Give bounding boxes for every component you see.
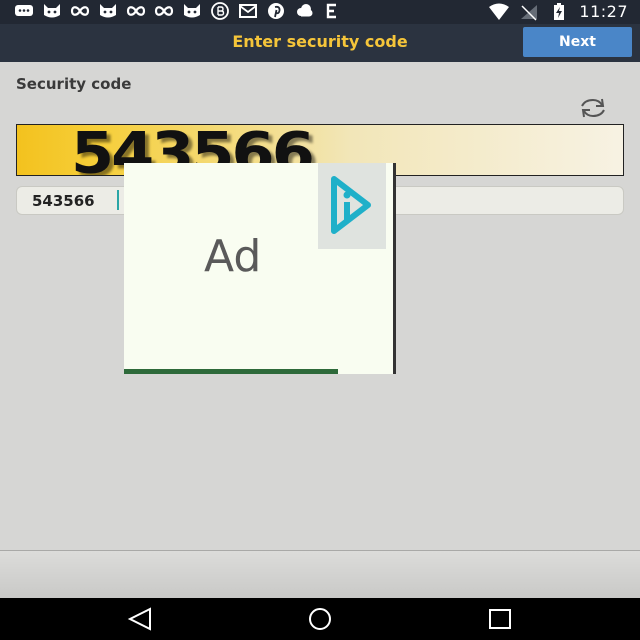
ad-choices-icon[interactable] [328,173,376,239]
no-signal-icon [521,4,538,21]
bottom-panel [0,550,640,598]
back-icon[interactable] [120,606,160,632]
next-button[interactable]: Next [523,27,632,57]
ad-label: Ad [204,231,262,282]
clock: 11:27 [579,2,628,21]
battery-charging-icon [554,2,565,20]
e-icon [326,3,336,19]
cat-icon [184,4,200,18]
system-status: 11:27 [489,2,628,21]
chat-icon [15,5,33,16]
cat-icon [100,4,116,18]
infinity-icon [154,6,174,16]
ad-choices[interactable] [318,163,386,249]
navigation-bar [0,598,640,640]
cat-icon [44,4,60,18]
b-bubble-icon [211,2,229,20]
text-cursor [117,190,119,210]
app-bar: Enter security code Next [0,24,640,62]
notification-icons [14,2,342,20]
recents-icon[interactable] [480,606,520,632]
infinity-icon [126,6,146,16]
cloud-icon [297,4,313,17]
ad-bottom-bar [124,369,338,374]
security-code-label: Security code [16,75,132,93]
ad-overlay[interactable]: Ad [124,163,396,374]
status-bar: 11:27 [0,0,640,24]
refresh-icon[interactable] [578,97,608,119]
infinity-icon [70,6,90,16]
wifi-icon [489,3,510,20]
pinterest-icon [268,3,284,19]
home-icon[interactable] [300,606,340,632]
mail-icon [239,4,257,18]
